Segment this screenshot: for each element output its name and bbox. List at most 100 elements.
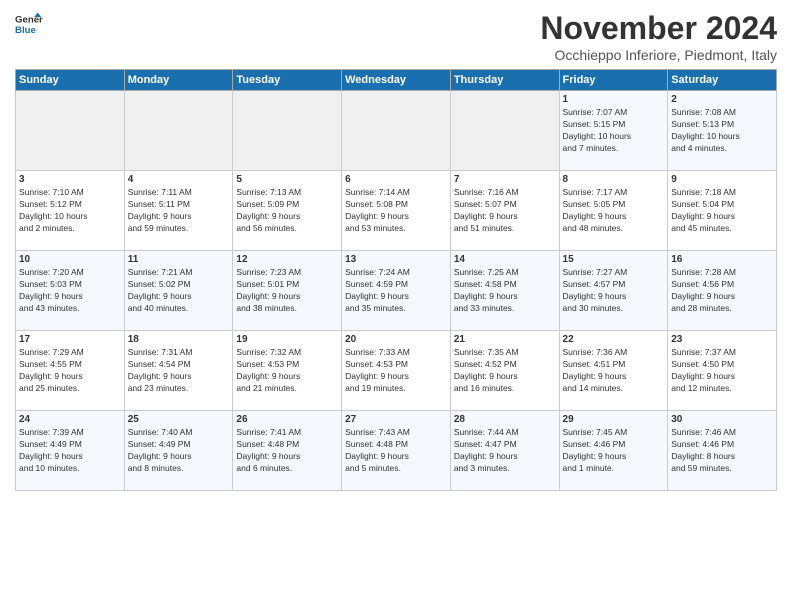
logo: General Blue [15,10,43,38]
day-info: Sunrise: 7:25 AM Sunset: 4:58 PM Dayligh… [454,267,556,315]
calendar-cell-w4d5: 29 Sunrise: 7:45 AM Sunset: 4:46 PM Dayli… [559,411,668,491]
day-number: 22 [563,334,665,345]
day-number: 23 [671,334,773,345]
calendar-cell-w0d1 [124,91,233,171]
day-number: 8 [563,174,665,185]
day-number: 4 [128,174,230,185]
weekday-header-tuesday: Tuesday [233,70,342,91]
day-info: Sunrise: 7:14 AM Sunset: 5:08 PM Dayligh… [345,187,447,235]
svg-text:Blue: Blue [15,25,36,36]
calendar-cell-w1d5: 8 Sunrise: 7:17 AM Sunset: 5:05 PM Daylig… [559,171,668,251]
month-title: November 2024 [540,10,777,47]
day-number: 15 [563,254,665,265]
day-number: 5 [236,174,338,185]
day-info: Sunrise: 7:46 AM Sunset: 4:46 PM Dayligh… [671,427,773,475]
calendar-cell-w0d4 [450,91,559,171]
day-info: Sunrise: 7:35 AM Sunset: 4:52 PM Dayligh… [454,347,556,395]
day-number: 3 [19,174,121,185]
day-info: Sunrise: 7:23 AM Sunset: 5:01 PM Dayligh… [236,267,338,315]
day-number: 12 [236,254,338,265]
day-info: Sunrise: 7:39 AM Sunset: 4:49 PM Dayligh… [19,427,121,475]
day-info: Sunrise: 7:37 AM Sunset: 4:50 PM Dayligh… [671,347,773,395]
day-number: 24 [19,414,121,425]
calendar-cell-w1d0: 3 Sunrise: 7:10 AM Sunset: 5:12 PM Daylig… [16,171,125,251]
day-info: Sunrise: 7:36 AM Sunset: 4:51 PM Dayligh… [563,347,665,395]
day-info: Sunrise: 7:10 AM Sunset: 5:12 PM Dayligh… [19,187,121,235]
day-number: 27 [345,414,447,425]
calendar-cell-w2d6: 16 Sunrise: 7:28 AM Sunset: 4:56 PM Dayli… [668,251,777,331]
calendar-cell-w3d2: 19Sunrise: 7:32 AM Sunset: 4:53 PM Dayli… [233,331,342,411]
day-info: Sunrise: 7:41 AM Sunset: 4:48 PM Dayligh… [236,427,338,475]
calendar-cell-w3d0: 17Sunrise: 7:29 AM Sunset: 4:55 PM Dayli… [16,331,125,411]
day-info: Sunrise: 7:29 AM Sunset: 4:55 PM Dayligh… [19,347,121,395]
calendar-cell-w0d2 [233,91,342,171]
calendar-cell-w2d2: 12 Sunrise: 7:23 AM Sunset: 5:01 PM Dayli… [233,251,342,331]
day-info: Sunrise: 7:44 AM Sunset: 4:47 PM Dayligh… [454,427,556,475]
calendar-cell-w3d1: 18Sunrise: 7:31 AM Sunset: 4:54 PM Dayli… [124,331,233,411]
calendar-cell-w1d1: 4 Sunrise: 7:11 AM Sunset: 5:11 PM Daylig… [124,171,233,251]
day-info: Sunrise: 7:13 AM Sunset: 5:09 PM Dayligh… [236,187,338,235]
calendar-cell-w1d3: 6 Sunrise: 7:14 AM Sunset: 5:08 PM Daylig… [342,171,451,251]
calendar-cell-w2d3: 13Sunrise: 7:24 AM Sunset: 4:59 PM Dayli… [342,251,451,331]
calendar-cell-w4d0: 24 Sunrise: 7:39 AM Sunset: 4:49 PM Dayli… [16,411,125,491]
title-block: November 2024 Occhieppo Inferiore, Piedm… [540,10,777,63]
weekday-header-friday: Friday [559,70,668,91]
calendar-cell-w0d6: 2Sunrise: 7:08 AM Sunset: 5:13 PM Daylig… [668,91,777,171]
day-number: 10 [19,254,121,265]
day-info: Sunrise: 7:45 AM Sunset: 4:46 PM Dayligh… [563,427,665,475]
calendar-table: SundayMondayTuesdayWednesdayThursdayFrid… [15,69,777,491]
day-info: Sunrise: 7:16 AM Sunset: 5:07 PM Dayligh… [454,187,556,235]
day-number: 18 [128,334,230,345]
calendar-cell-w0d5: 1Sunrise: 7:07 AM Sunset: 5:15 PM Daylig… [559,91,668,171]
calendar-cell-w2d0: 10 Sunrise: 7:20 AM Sunset: 5:03 PM Dayli… [16,251,125,331]
calendar-cell-w0d0 [16,91,125,171]
calendar-cell-w2d1: 11 Sunrise: 7:21 AM Sunset: 5:02 PM Dayli… [124,251,233,331]
calendar-cell-w1d6: 9 Sunrise: 7:18 AM Sunset: 5:04 PM Daylig… [668,171,777,251]
day-info: Sunrise: 7:24 AM Sunset: 4:59 PM Dayligh… [345,267,447,315]
weekday-header-saturday: Saturday [668,70,777,91]
calendar-cell-w4d6: 30Sunrise: 7:46 AM Sunset: 4:46 PM Dayli… [668,411,777,491]
day-number: 25 [128,414,230,425]
calendar-cell-w2d4: 14 Sunrise: 7:25 AM Sunset: 4:58 PM Dayli… [450,251,559,331]
calendar-cell-w1d2: 5 Sunrise: 7:13 AM Sunset: 5:09 PM Daylig… [233,171,342,251]
calendar-cell-w1d4: 7 Sunrise: 7:16 AM Sunset: 5:07 PM Daylig… [450,171,559,251]
day-info: Sunrise: 7:21 AM Sunset: 5:02 PM Dayligh… [128,267,230,315]
calendar-cell-w3d3: 20 Sunrise: 7:33 AM Sunset: 4:53 PM Dayli… [342,331,451,411]
calendar-cell-w3d5: 22 Sunrise: 7:36 AM Sunset: 4:51 PM Dayli… [559,331,668,411]
calendar-cell-w0d3 [342,91,451,171]
day-number: 11 [128,254,230,265]
day-info: Sunrise: 7:33 AM Sunset: 4:53 PM Dayligh… [345,347,447,395]
day-number: 7 [454,174,556,185]
day-number: 28 [454,414,556,425]
day-info: Sunrise: 7:11 AM Sunset: 5:11 PM Dayligh… [128,187,230,235]
day-number: 16 [671,254,773,265]
weekday-header-thursday: Thursday [450,70,559,91]
weekday-header-monday: Monday [124,70,233,91]
day-number: 20 [345,334,447,345]
calendar-cell-w3d6: 23 Sunrise: 7:37 AM Sunset: 4:50 PM Dayli… [668,331,777,411]
calendar-cell-w4d3: 27 Sunrise: 7:43 AM Sunset: 4:48 PM Dayli… [342,411,451,491]
day-number: 21 [454,334,556,345]
calendar-cell-w4d1: 25 Sunrise: 7:40 AM Sunset: 4:49 PM Dayli… [124,411,233,491]
calendar-cell-w3d4: 21 Sunrise: 7:35 AM Sunset: 4:52 PM Dayli… [450,331,559,411]
day-info: Sunrise: 7:27 AM Sunset: 4:57 PM Dayligh… [563,267,665,315]
day-number: 14 [454,254,556,265]
day-info: Sunrise: 7:40 AM Sunset: 4:49 PM Dayligh… [128,427,230,475]
day-number: 9 [671,174,773,185]
day-info: Sunrise: 7:20 AM Sunset: 5:03 PM Dayligh… [19,267,121,315]
logo-icon: General Blue [15,10,43,38]
day-info: Sunrise: 7:17 AM Sunset: 5:05 PM Dayligh… [563,187,665,235]
calendar-cell-w2d5: 15 Sunrise: 7:27 AM Sunset: 4:57 PM Dayli… [559,251,668,331]
day-info: Sunrise: 7:18 AM Sunset: 5:04 PM Dayligh… [671,187,773,235]
day-number: 29 [563,414,665,425]
day-info: Sunrise: 7:43 AM Sunset: 4:48 PM Dayligh… [345,427,447,475]
day-info: Sunrise: 7:28 AM Sunset: 4:56 PM Dayligh… [671,267,773,315]
weekday-header-sunday: Sunday [16,70,125,91]
day-number: 19 [236,334,338,345]
calendar-cell-w4d2: 26Sunrise: 7:41 AM Sunset: 4:48 PM Dayli… [233,411,342,491]
day-number: 6 [345,174,447,185]
day-number: 2 [671,94,773,105]
weekday-header-wednesday: Wednesday [342,70,451,91]
location: Occhieppo Inferiore, Piedmont, Italy [540,47,777,63]
calendar-cell-w4d4: 28 Sunrise: 7:44 AM Sunset: 4:47 PM Dayli… [450,411,559,491]
